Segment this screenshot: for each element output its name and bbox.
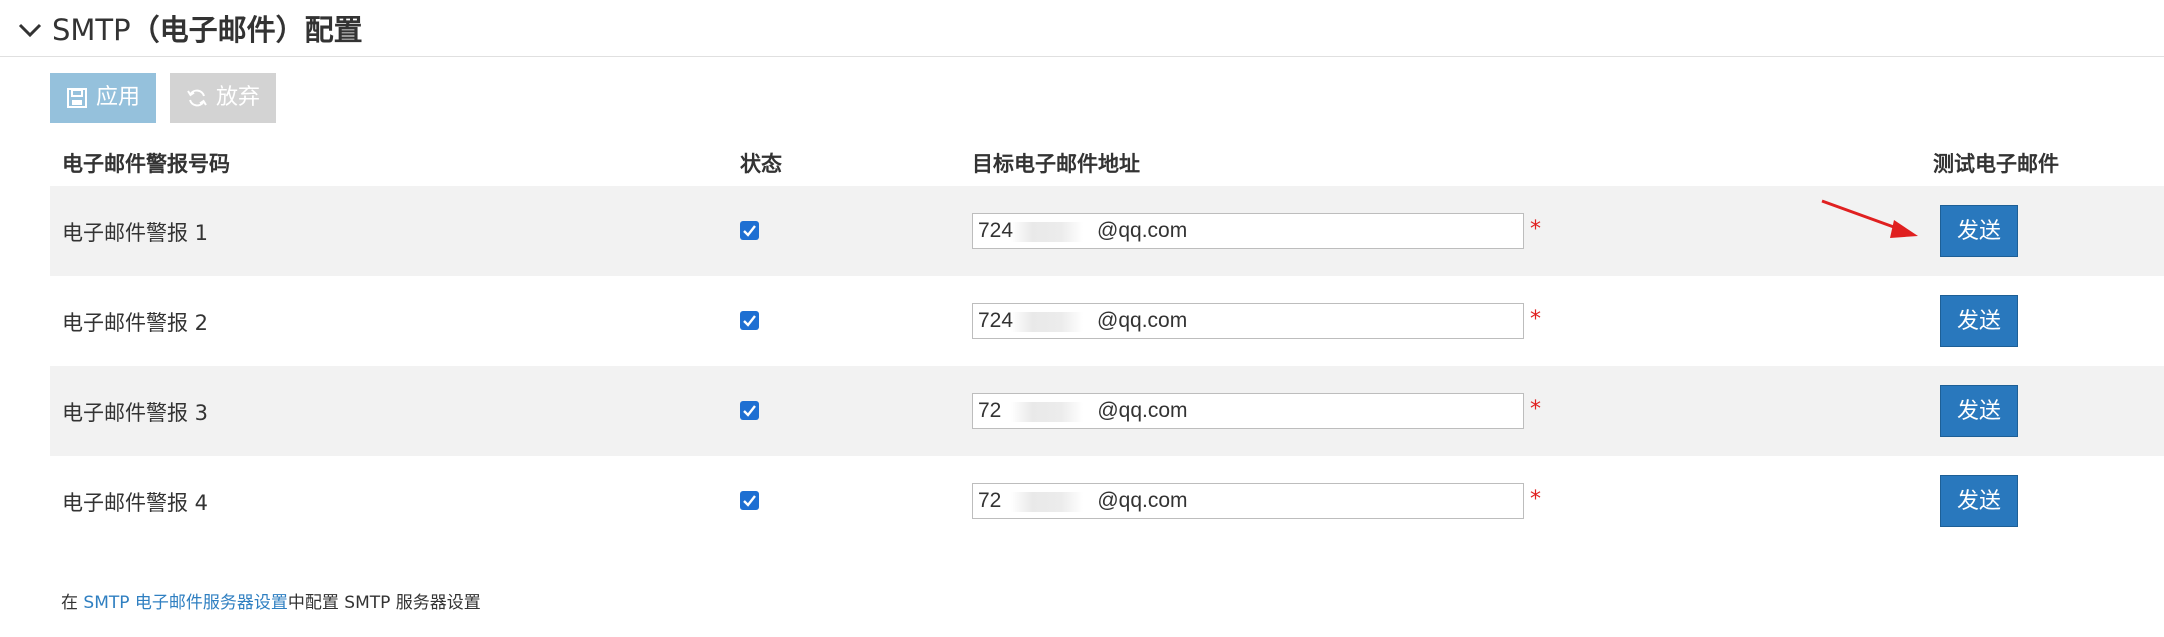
- col-test-email: 测试电子邮件: [1933, 152, 2059, 176]
- checkmark-icon: [743, 405, 756, 417]
- footer-note: 在 SMTP 电子邮件服务器设置中配置 SMTP 服务器设置: [61, 588, 481, 613]
- alert-label: 电子邮件警报 4: [62, 491, 209, 515]
- table-row: 电子邮件警报 4 72 @qq.com * 发送: [50, 456, 2164, 546]
- checkmark-icon: [743, 315, 756, 327]
- checkmark-icon: [743, 225, 756, 237]
- email-domain: @qq.com: [1097, 399, 1188, 422]
- target-email-input[interactable]: 72 @qq.com: [972, 483, 1524, 519]
- checkmark-icon: [743, 495, 756, 507]
- annotation-arrow-icon: [1821, 199, 1918, 238]
- target-email-input[interactable]: 72 @qq.com: [972, 393, 1524, 429]
- redaction-blur: [1011, 492, 1083, 512]
- discard-button[interactable]: 放弃: [170, 73, 276, 123]
- required-marker: *: [1530, 487, 1541, 512]
- smtp-server-settings-link[interactable]: SMTP 电子邮件服务器设置: [83, 593, 288, 613]
- col-alert-number: 电子邮件警报号码: [62, 152, 230, 176]
- section-title: SMTP（电子邮件）配置: [52, 10, 363, 50]
- title-email-config: （电子邮件）配置: [130, 13, 363, 47]
- required-marker: *: [1530, 217, 1541, 242]
- table-header: 电子邮件警报号码 状态 目标电子邮件地址 测试电子邮件: [50, 138, 2164, 184]
- status-checkbox[interactable]: [740, 221, 759, 240]
- apply-label: 应用: [96, 85, 141, 110]
- email-domain: @qq.com: [1097, 489, 1188, 512]
- status-checkbox[interactable]: [740, 491, 759, 510]
- table-row: 电子邮件警报 2 724 @qq.com * 发送: [50, 276, 2164, 366]
- title-smtp: SMTP: [52, 13, 131, 47]
- save-icon: [67, 88, 87, 108]
- redaction-blur: [1011, 312, 1083, 332]
- email-domain: @qq.com: [1097, 219, 1188, 242]
- send-test-button[interactable]: 发送: [1940, 475, 2018, 527]
- redaction-blur: [1011, 222, 1083, 242]
- target-email-input[interactable]: 724 @qq.com: [972, 303, 1524, 339]
- email-domain: @qq.com: [1097, 309, 1188, 332]
- required-marker: *: [1530, 397, 1541, 422]
- alert-label: 电子邮件警报 1: [62, 221, 209, 245]
- table-row: 电子邮件警报 3 72 @qq.com * 发送: [50, 366, 2164, 456]
- required-marker: *: [1530, 307, 1541, 332]
- redaction-blur: [1011, 402, 1083, 422]
- email-visible-start: 724: [978, 309, 1014, 332]
- footer-prefix: 在: [61, 593, 84, 613]
- send-test-button[interactable]: 发送: [1940, 295, 2018, 347]
- email-visible-start: 72: [978, 489, 1002, 512]
- alert-label: 电子邮件警报 3: [62, 401, 209, 425]
- status-checkbox[interactable]: [740, 401, 759, 420]
- send-test-button[interactable]: 发送: [1940, 205, 2018, 257]
- send-test-button[interactable]: 发送: [1940, 385, 2018, 437]
- alert-label: 电子邮件警报 2: [62, 311, 209, 335]
- apply-button[interactable]: 应用: [50, 73, 156, 123]
- refresh-icon: [187, 89, 207, 107]
- discard-label: 放弃: [216, 85, 261, 110]
- footer-suffix: 中配置 SMTP 服务器设置: [287, 593, 481, 613]
- section-header[interactable]: SMTP（电子邮件）配置: [0, 0, 2164, 57]
- email-visible-start: 72: [978, 399, 1002, 422]
- email-visible-start: 724: [978, 219, 1014, 242]
- status-checkbox[interactable]: [740, 311, 759, 330]
- col-target-email: 目标电子邮件地址: [972, 152, 1140, 176]
- chevron-down-icon[interactable]: [16, 18, 44, 42]
- col-status: 状态: [740, 152, 782, 176]
- target-email-input[interactable]: 724 @qq.com: [972, 213, 1524, 249]
